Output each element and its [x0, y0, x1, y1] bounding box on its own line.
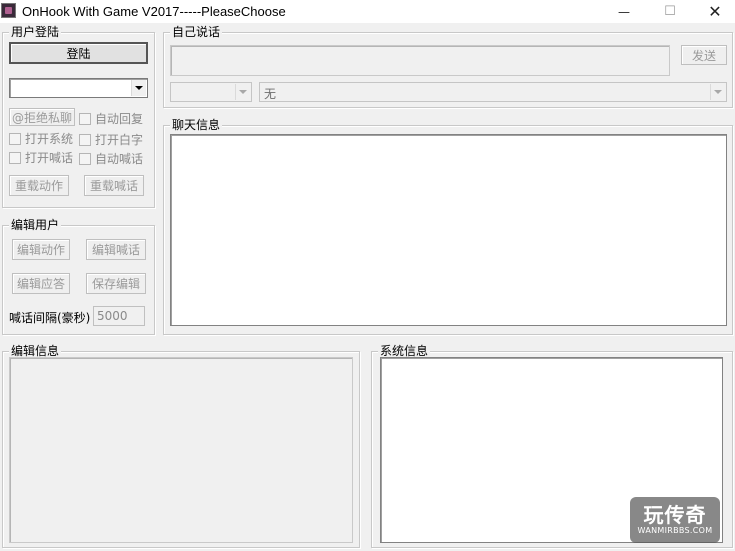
- open-system-checkbox[interactable]: 打开系统: [9, 130, 73, 147]
- watermark-logo-text: 玩传奇: [643, 503, 707, 527]
- account-select[interactable]: [9, 78, 148, 98]
- checkbox-box[interactable]: [79, 112, 91, 125]
- login-button[interactable]: 登陆: [9, 42, 148, 64]
- message-input[interactable]: [170, 45, 670, 76]
- edit-info-group-title: 编辑信息: [9, 344, 62, 358]
- open-white-text-checkbox[interactable]: 打开白字: [79, 131, 143, 148]
- shout-interval-input[interactable]: 5000: [93, 306, 145, 326]
- save-edit-button[interactable]: 保存编辑: [86, 273, 146, 294]
- reject-private-chat-button[interactable]: @拒绝私聊: [9, 108, 75, 126]
- reload-action-button[interactable]: 重载动作: [9, 175, 69, 196]
- auto-reply-checkbox[interactable]: 自动回复: [79, 110, 143, 127]
- send-button[interactable]: 发送: [681, 45, 727, 65]
- chat-info-group-title: 聊天信息: [170, 118, 223, 132]
- checkbox-box[interactable]: [9, 151, 21, 164]
- self-talk-group-title: 自己说话: [170, 25, 223, 39]
- minimize-button[interactable]: —: [601, 0, 647, 23]
- open-shout-label: 打开喊话: [25, 151, 74, 165]
- edit-reply-button[interactable]: 编辑应答: [12, 273, 70, 294]
- channel-select[interactable]: [170, 82, 252, 102]
- open-white-text-label: 打开白字: [95, 133, 144, 147]
- checkbox-box[interactable]: [9, 132, 21, 145]
- watermark-logo: 玩传奇 WANMIRBBS.COM: [630, 497, 720, 543]
- auto-shout-label: 自动喊话: [95, 152, 144, 166]
- checkbox-box[interactable]: [79, 152, 91, 165]
- chevron-down-icon[interactable]: [710, 84, 725, 100]
- system-info-group-title: 系统信息: [378, 344, 431, 358]
- shout-interval-label: 喊话间隔(豪秒): [9, 311, 91, 325]
- edit-shout-button[interactable]: 编辑喊话: [86, 239, 146, 260]
- user-login-group-title: 用户登陆: [9, 25, 62, 39]
- auto-reply-label: 自动回复: [95, 112, 144, 126]
- target-select-value: 无: [264, 87, 277, 101]
- title-bar: OnHook With Game V2017-----PleaseChoose …: [0, 0, 735, 23]
- chevron-down-icon[interactable]: [131, 80, 146, 96]
- watermark-url: WANMIRBBS.COM: [637, 526, 713, 535]
- maximize-button[interactable]: ☐: [647, 0, 693, 23]
- checkbox-box[interactable]: [79, 133, 91, 146]
- window-title: OnHook With Game V2017-----PleaseChoose: [22, 4, 286, 19]
- chevron-down-icon[interactable]: [235, 84, 250, 100]
- chat-log[interactable]: [170, 134, 727, 326]
- edit-info-log[interactable]: [9, 357, 353, 543]
- close-button[interactable]: ✕: [692, 0, 735, 23]
- edit-action-button[interactable]: 编辑动作: [12, 239, 70, 260]
- auto-shout-checkbox[interactable]: 自动喊话: [79, 150, 143, 167]
- edit-user-group-title: 编辑用户: [9, 218, 62, 232]
- open-system-label: 打开系统: [25, 132, 74, 146]
- open-shout-checkbox[interactable]: 打开喊话: [9, 149, 73, 166]
- app-icon: [1, 3, 16, 18]
- reload-shout-button[interactable]: 重载喊话: [84, 175, 144, 196]
- target-select[interactable]: 无: [259, 82, 727, 102]
